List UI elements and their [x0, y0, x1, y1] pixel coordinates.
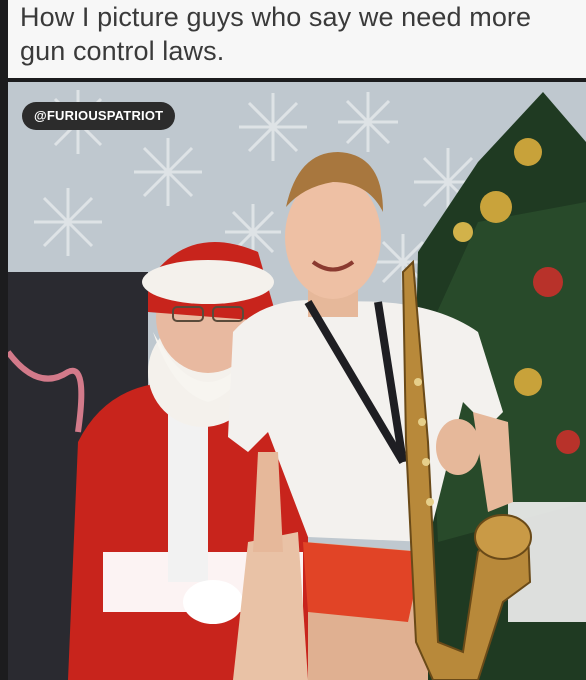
meme-frame: How I picture guys who say we need more … [0, 0, 586, 680]
caption-line-2: gun control laws. [20, 36, 225, 66]
meme-caption: How I picture guys who say we need more … [8, 0, 586, 78]
photo-illustration [8, 82, 586, 680]
meme-photo [8, 82, 586, 680]
caption-line-1: How I picture guys who say we need more [20, 2, 532, 32]
hand [436, 419, 480, 475]
watermark-handle: @FURIOUSPATRIOT [22, 102, 176, 130]
